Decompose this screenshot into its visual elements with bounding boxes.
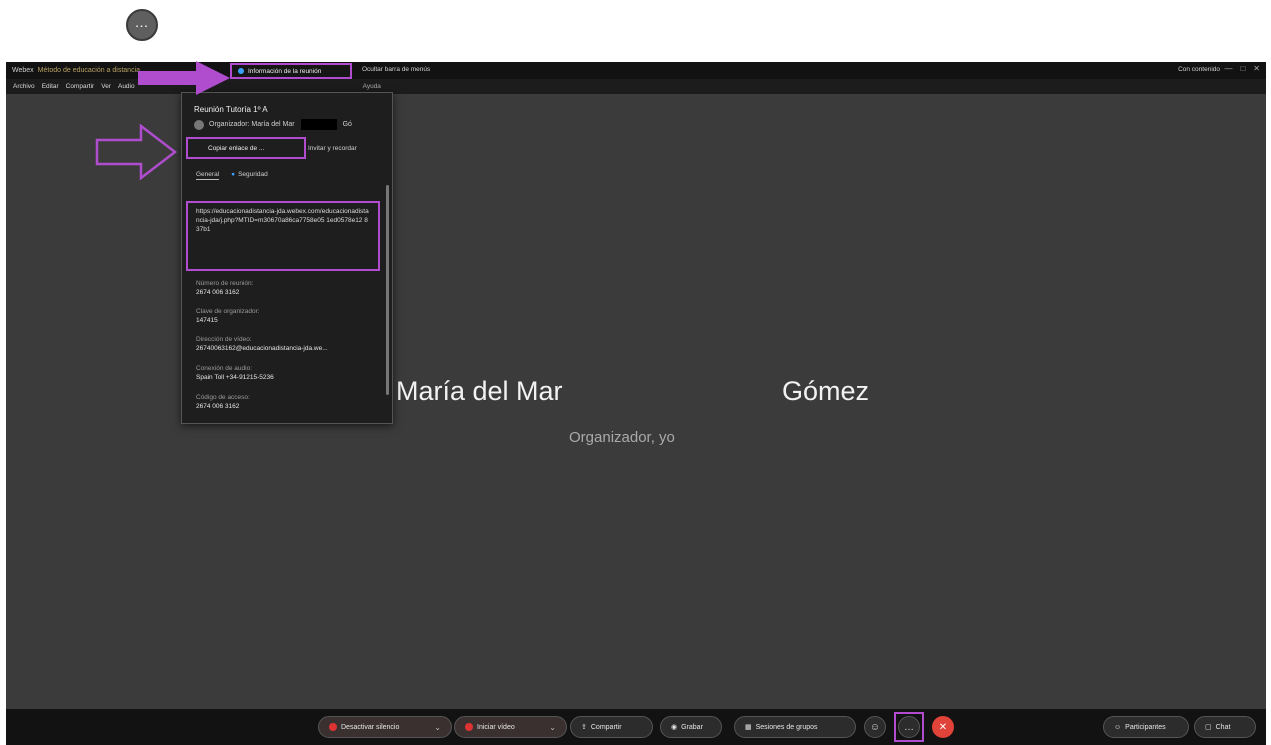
menu-item-help[interactable]: Ayuda	[363, 83, 381, 90]
breakout-sessions-button[interactable]: ▦ Sesiones de grupos	[734, 716, 856, 738]
close-icon[interactable]: ✕	[1253, 64, 1260, 73]
meeting-number-field: Número de reunión: 2674 006 3162	[196, 280, 254, 296]
window-controls: — □ ✕	[1224, 64, 1260, 73]
microphone-muted-icon	[329, 723, 337, 731]
host-row: Organizador: María del Mar Gó	[194, 119, 352, 130]
menu-item-file[interactable]: Archivo	[13, 83, 35, 90]
end-call-button[interactable]: ✕	[932, 716, 954, 738]
invite-remind-button[interactable]: Invitar y recordar	[308, 145, 357, 152]
reactions-button[interactable]: ☺	[864, 716, 886, 738]
meeting-link[interactable]: https://educacionadistancia-jda.webex.co…	[186, 201, 380, 271]
app-name: Webex	[12, 67, 34, 74]
record-button[interactable]: ◉ Grabar	[660, 716, 722, 738]
chat-icon: ▢	[1205, 724, 1212, 731]
meeting-info-popup: Reunión Tutoría 1º A Organizador: María …	[181, 92, 393, 424]
copy-link-button[interactable]: Copiar enlace de ...	[186, 137, 306, 159]
more-options-icon[interactable]: …	[126, 9, 158, 41]
unmute-button[interactable]: Desactivar silencio ⌄	[318, 716, 452, 738]
audio-connection-field: Conexión de audio: Spain Toll +34-91215-…	[196, 365, 274, 381]
tab-general[interactable]: General	[196, 171, 220, 180]
menu-item-audio[interactable]: Audio	[118, 83, 135, 90]
start-video-button[interactable]: Iniciar vídeo ⌄	[454, 716, 567, 738]
person-icon: ☺	[1114, 723, 1122, 731]
more-options-button[interactable]: …	[898, 716, 920, 738]
chat-button[interactable]: ▢ Chat	[1194, 716, 1256, 738]
menu-item-share[interactable]: Compartir	[66, 83, 95, 90]
record-icon: ◉	[671, 724, 678, 731]
webex-window: Webex Método de educación a distancia In…	[6, 62, 1266, 745]
menu-item-view[interactable]: Ver	[101, 83, 111, 90]
participant-last-name: Gómez	[782, 376, 870, 406]
popup-tabs: General Seguridad	[196, 171, 268, 180]
arrow-outline-annotation-icon	[95, 124, 177, 180]
maximize-icon[interactable]: □	[1240, 64, 1245, 73]
avatar	[194, 119, 204, 130]
redaction-box	[300, 119, 337, 130]
meeting-info-button[interactable]: Información de la reunión	[230, 63, 352, 79]
share-icon: ⇪	[581, 724, 587, 731]
hide-menu-bar-button[interactable]: Ocultar barra de menús	[362, 66, 430, 73]
menu-item-edit[interactable]: Editar	[42, 83, 59, 90]
chevron-down-icon[interactable]: ⌄	[434, 723, 441, 732]
participant-first-name: María del Mar	[396, 376, 563, 406]
video-off-icon	[465, 723, 473, 731]
tab-security[interactable]: Seguridad	[231, 171, 268, 180]
layout-button[interactable]: Con contenido	[1178, 66, 1220, 73]
participant-role: Organizador, yo	[569, 429, 675, 446]
access-code-field: Código de acceso: 2674 006 3162	[196, 394, 250, 410]
info-icon	[238, 68, 244, 74]
host-key-field: Clave de organizador: 147415	[196, 308, 260, 324]
participants-button[interactable]: ☺ Participantes	[1103, 716, 1189, 738]
meeting-toolbar: Desactivar silencio ⌄ Iniciar vídeo ⌄ ⇪ …	[6, 709, 1266, 745]
popup-scrollbar[interactable]	[386, 185, 389, 395]
app-subtitle: Método de educación a distancia	[37, 67, 141, 74]
video-address-field: Dirección de vídeo: 26740063162@educacio…	[196, 336, 328, 352]
breakout-icon: ▦	[745, 724, 752, 731]
meeting-title: Reunión Tutoría 1º A	[194, 105, 268, 114]
chevron-down-icon[interactable]: ⌄	[549, 723, 556, 732]
arrow-annotation-icon	[138, 61, 230, 95]
share-button[interactable]: ⇪ Compartir	[570, 716, 653, 738]
minimize-icon[interactable]: —	[1224, 64, 1232, 73]
